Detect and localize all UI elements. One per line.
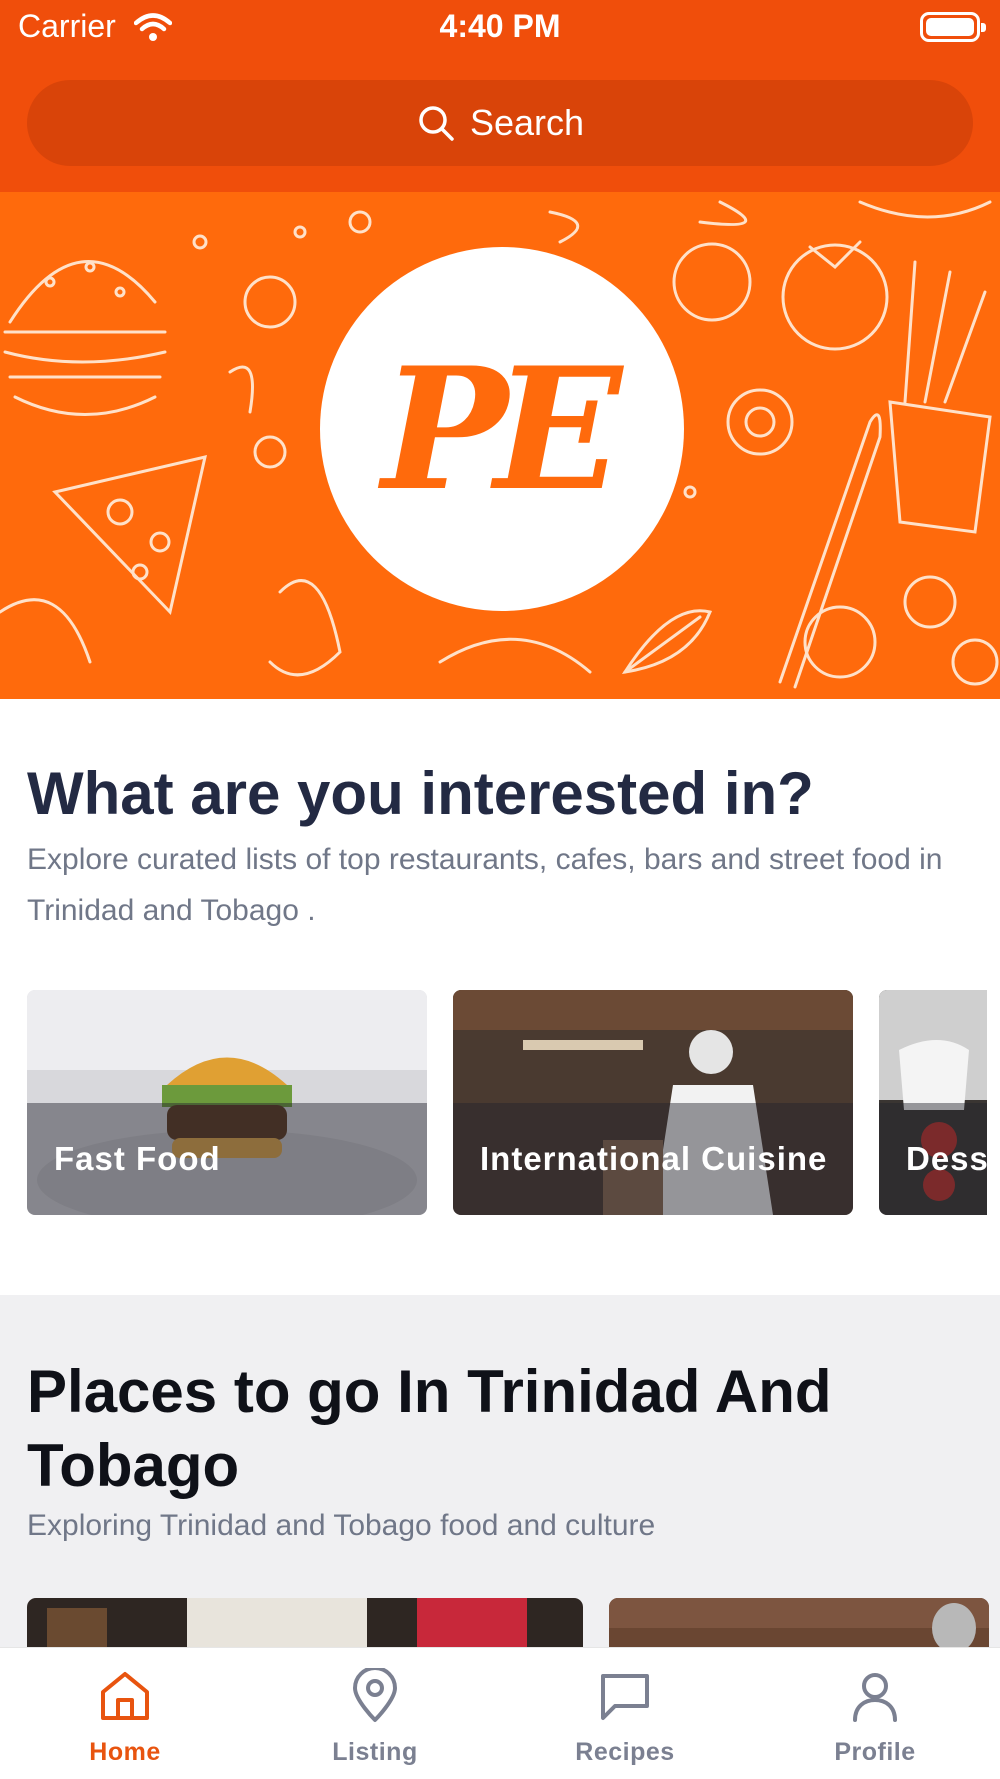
places-subtitle: Exploring Trinidad and Tobago food and c… (27, 1509, 656, 1542)
chat-bubble-icon (601, 1674, 649, 1720)
tab-recipes[interactable]: Recipes (500, 1648, 750, 1779)
search-placeholder: Search (469, 102, 585, 143)
search-icon (419, 106, 454, 141)
bottom-tab-bar: Home Listing Recipes Profile (0, 1647, 1000, 1778)
battery-icon (920, 12, 986, 42)
clock: 4:40 PM (439, 8, 561, 44)
interests-title: What are you interested in? (27, 760, 814, 827)
home-icon (101, 1672, 149, 1720)
interests-subtitle: Explore curated lists of top restaurants… (27, 843, 943, 927)
tab-label: Profile (834, 1738, 916, 1766)
tab-listing[interactable]: Listing (250, 1648, 500, 1779)
hero-banner: PE (0, 192, 1000, 699)
interests-section: What are you interested in? Explore cura… (0, 699, 1000, 1295)
tab-label: Home (89, 1738, 161, 1766)
category-label: International Cuisine (480, 1140, 828, 1177)
search-bar[interactable]: Search (27, 80, 973, 166)
user-icon (853, 1673, 897, 1722)
brand-logo: PE (320, 247, 684, 611)
brand-logo-text: PE (381, 330, 622, 528)
category-card-desserts[interactable]: Desserts (879, 990, 987, 1215)
category-card-fast-food[interactable]: Fast Food (27, 990, 427, 1215)
category-label: Fast Food (54, 1140, 221, 1177)
tab-profile[interactable]: Profile (750, 1648, 1000, 1779)
top-bar: Carrier 4:40 PM Search (0, 0, 1000, 192)
tab-home[interactable]: Home (0, 1648, 250, 1779)
map-pin-icon (353, 1668, 397, 1722)
category-card-international-cuisine[interactable]: International Cuisine (453, 990, 853, 1215)
status-bar: Carrier 4:40 PM (0, 0, 1000, 58)
tab-label: Recipes (575, 1738, 675, 1766)
places-title: Places to go In Trinidad And Tobago (27, 1358, 832, 1499)
category-label: Desserts (906, 1140, 987, 1177)
tab-label: Listing (332, 1738, 418, 1766)
category-carousel[interactable]: Fast Food International Cuisine Dess (27, 990, 987, 1215)
places-section: Places to go In Trinidad And Tobago Expl… (0, 1295, 1000, 1695)
